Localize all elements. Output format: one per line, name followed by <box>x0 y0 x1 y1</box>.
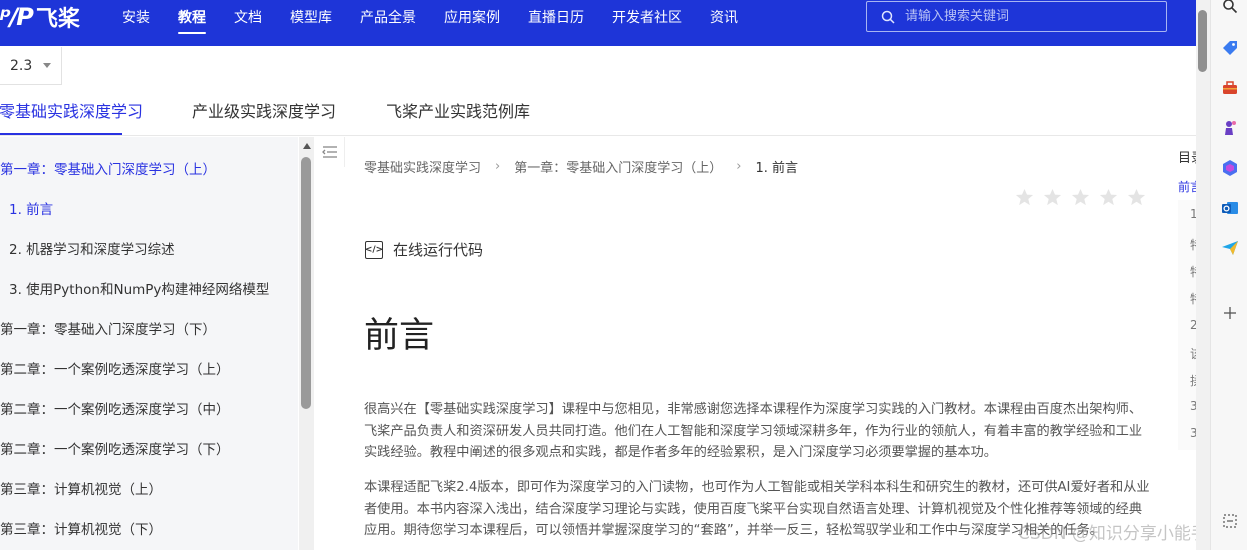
screenshot-icon[interactable] <box>1220 511 1240 531</box>
breadcrumb-course[interactable]: 零基础实践深度学习 <box>364 157 481 176</box>
run-code-label: 在线运行代码 <box>393 241 484 259</box>
star-icon[interactable] <box>1015 188 1034 207</box>
rating-stars[interactable] <box>1015 188 1146 207</box>
sidebar-item-chapter2-part2[interactable]: 第二章：一个案例吃透深度学习（中） <box>0 398 230 418</box>
nav-tutorial[interactable]: 教程 <box>164 0 220 36</box>
search-icon <box>881 10 895 24</box>
page-scroll-thumb[interactable] <box>1198 10 1207 72</box>
version-select[interactable]: 2.3 <box>0 47 62 85</box>
logo-mark: ᵖ/P <box>0 3 34 31</box>
sidebar-item-python-numpy[interactable]: 3. 使用Python和NumPy构建神经网络模型 <box>9 278 269 298</box>
search-icon[interactable] <box>1220 0 1240 16</box>
nav-news[interactable]: 资讯 <box>696 0 752 36</box>
browser-side-panel <box>1210 0 1247 550</box>
course-tabs: 零基础实践深度学习 产业级实践深度学习 飞桨产业实践范例库 <box>0 92 1196 136</box>
sidebar-item-preface[interactable]: 1. 前言 <box>9 198 53 218</box>
chapter-sidebar: 第一章：零基础入门深度学习（上） 1. 前言 2. 机器学习和深度学习综述 3.… <box>0 137 298 550</box>
tab-zero-basic[interactable]: 零基础实践深度学习 <box>0 98 143 122</box>
nav-model-zoo[interactable]: 模型库 <box>276 0 346 36</box>
sidebar-item-chapter2-part3[interactable]: 第二章：一个案例吃透深度学习（下） <box>0 438 230 458</box>
toc-item-preface[interactable]: 前言 <box>1178 178 1196 195</box>
copilot-icon[interactable] <box>1220 158 1240 178</box>
nav-products[interactable]: 产品全景 <box>346 0 430 36</box>
breadcrumb: 零基础实践深度学习 › 第一章：零基础入门深度学习（上） › 1. 前言 <box>364 157 798 176</box>
tab-industry-examples[interactable]: 飞桨产业实践范例库 <box>386 98 530 122</box>
nav-docs[interactable]: 文档 <box>220 0 276 36</box>
send-icon[interactable] <box>1220 238 1240 258</box>
search-input[interactable] <box>903 8 1143 25</box>
add-icon[interactable] <box>1220 303 1240 323</box>
chess-icon[interactable] <box>1220 118 1240 138</box>
scroll-up-arrow-icon[interactable] <box>303 143 311 149</box>
main-nav: 安装 教程 文档 模型库 产品全景 应用案例 直播日历 开发者社区 资讯 <box>108 0 752 36</box>
sidebar-item-chapter2-part1[interactable]: 第二章：一个案例吃透深度学习（上） <box>0 358 230 378</box>
intro-paragraph-1: 很高兴在【零基础实践深度学习】课程中与您相见，非常感谢您选择本课程作为深度学习实… <box>364 402 1143 460</box>
active-tab-indicator <box>0 133 122 135</box>
sidebar-item-chapter1-part1[interactable]: 第一章：零基础入门深度学习（上） <box>0 158 216 178</box>
nav-cases[interactable]: 应用案例 <box>430 0 514 36</box>
page-scrollbar[interactable] <box>1196 0 1210 550</box>
paddle-logo[interactable]: ᵖ/P 飞桨 <box>0 2 80 32</box>
toolbox-icon[interactable] <box>1220 78 1240 98</box>
sidebar-item-chapter3-part1[interactable]: 第三章：计算机视觉（上） <box>0 478 162 498</box>
chevron-right-icon: › <box>495 159 501 174</box>
collapse-sidebar-button[interactable] <box>315 137 345 167</box>
code-icon: </> <box>365 240 383 259</box>
star-icon[interactable] <box>1043 188 1062 207</box>
chevron-right-icon: › <box>736 159 742 174</box>
top-navbar: ᵖ/P 飞桨 安装 教程 文档 模型库 产品全景 应用案例 直播日历 开发者社区… <box>0 0 1196 46</box>
sidebar-scroll-thumb[interactable] <box>301 157 311 409</box>
tab-industrial[interactable]: 产业级实践深度学习 <box>192 98 336 122</box>
menu-collapse-icon <box>321 146 337 158</box>
page-title: 前言 <box>364 316 435 356</box>
star-icon[interactable] <box>1071 188 1090 207</box>
sidebar-item-chapter3-part2[interactable]: 第三章：计算机视觉（下） <box>0 518 162 538</box>
sidebar-item-ml-dl-overview[interactable]: 2. 机器学习和深度学习综述 <box>9 238 175 258</box>
sidebar-item-chapter1-part2[interactable]: 第一章：零基础入门深度学习（下） <box>0 318 216 338</box>
nav-install[interactable]: 安装 <box>108 0 164 36</box>
outlook-icon[interactable] <box>1220 198 1240 218</box>
run-code-online-button[interactable]: </> 在线运行代码 <box>365 239 483 260</box>
csdn-watermark: CSDN @知识分享小能手 <box>1018 524 1208 544</box>
chevron-down-icon <box>43 63 51 68</box>
version-value: 2.3 <box>10 57 33 74</box>
star-icon[interactable] <box>1127 188 1146 207</box>
breadcrumb-current: 1. 前言 <box>755 161 798 176</box>
toc-title: 目录 <box>1178 151 1196 166</box>
breadcrumb-chapter[interactable]: 第一章：零基础入门深度学习（上） <box>514 157 722 176</box>
search-box[interactable] <box>866 1 1167 32</box>
nav-live-calendar[interactable]: 直播日历 <box>514 0 598 36</box>
tag-icon[interactable] <box>1220 38 1240 58</box>
nav-dev-community[interactable]: 开发者社区 <box>598 0 696 36</box>
star-icon[interactable] <box>1099 188 1118 207</box>
logo-text: 飞桨 <box>35 7 80 32</box>
